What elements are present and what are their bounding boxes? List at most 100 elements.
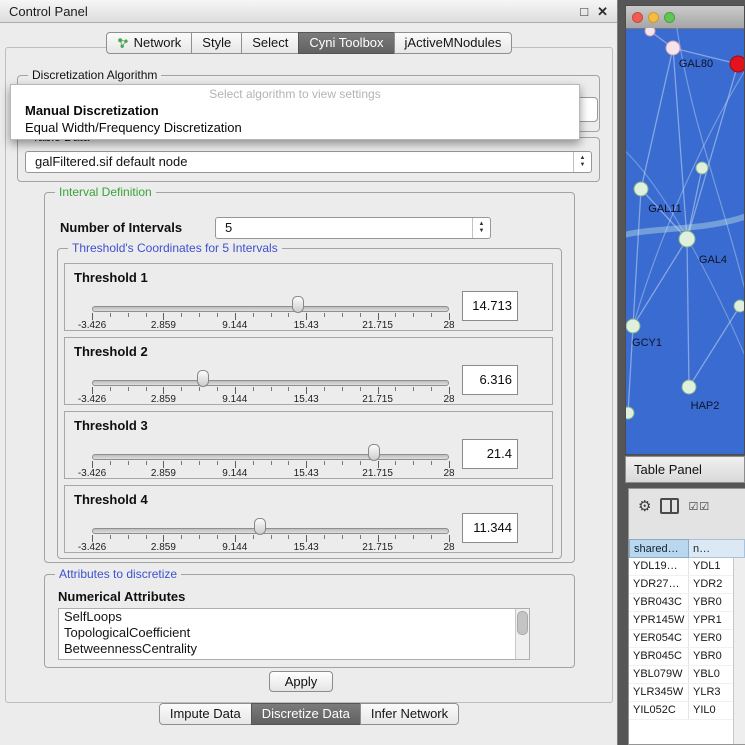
threshold-value-field[interactable]: 6.316 bbox=[462, 365, 518, 395]
tab-discretize-data[interactable]: Discretize Data bbox=[251, 703, 361, 725]
edge[interactable] bbox=[689, 306, 740, 387]
network-node[interactable] bbox=[682, 380, 696, 394]
table-cell[interactable]: YBR043C bbox=[629, 594, 689, 611]
threshold-value-field[interactable]: 11.344 bbox=[462, 513, 518, 543]
close-button[interactable]: ✕ bbox=[597, 5, 608, 18]
control-panel-titlebar[interactable]: Control Panel □ ✕ bbox=[0, 0, 617, 23]
column-header[interactable]: shared… bbox=[629, 539, 689, 558]
algorithm-option[interactable]: Manual Discretization bbox=[11, 102, 579, 119]
edge[interactable] bbox=[687, 239, 689, 387]
stepper[interactable]: ▲▼ bbox=[472, 218, 490, 238]
list-item[interactable]: TopologicalCoefficient bbox=[59, 625, 529, 641]
table-cell[interactable]: YDR2 bbox=[689, 576, 734, 593]
table-cell[interactable]: YBR0 bbox=[689, 594, 734, 611]
edge[interactable] bbox=[633, 239, 687, 326]
gear-icon[interactable]: ⚙ bbox=[638, 499, 651, 514]
network-window-titlebar[interactable] bbox=[626, 6, 744, 29]
apply-button[interactable]: Apply bbox=[269, 671, 333, 692]
scrollbar-thumb[interactable] bbox=[517, 611, 528, 635]
stepper[interactable]: ▲▼ bbox=[573, 152, 591, 172]
slider-thumb[interactable] bbox=[254, 518, 266, 535]
table-row[interactable]: YDL19…YDL1 bbox=[629, 558, 734, 576]
network-node[interactable] bbox=[666, 41, 680, 55]
table-cell[interactable]: YBL0 bbox=[689, 666, 734, 683]
table-row[interactable]: YBL079WYBL0 bbox=[629, 666, 734, 684]
table-row[interactable]: YPR145WYPR1 bbox=[629, 612, 734, 630]
edge[interactable] bbox=[641, 48, 673, 189]
tab-infer-network[interactable]: Infer Network bbox=[360, 703, 459, 725]
stepper-down-icon[interactable]: ▼ bbox=[580, 162, 586, 169]
float-button[interactable]: □ bbox=[580, 5, 588, 18]
list-scrollbar[interactable] bbox=[515, 609, 529, 659]
table-cell[interactable]: YDR27… bbox=[629, 576, 689, 593]
zoom-button[interactable] bbox=[664, 12, 675, 23]
table-row[interactable]: YDR27…YDR2 bbox=[629, 576, 734, 594]
list-item[interactable]: BetweennessCentrality bbox=[59, 641, 529, 657]
slider-thumb[interactable] bbox=[292, 296, 304, 313]
threshold-slider[interactable]: -3.4262.8599.14415.4321.71528 bbox=[92, 412, 449, 480]
table-cell[interactable]: YER0 bbox=[689, 630, 734, 647]
table-row[interactable]: YIL052CYIL0 bbox=[629, 702, 734, 720]
table-cell[interactable]: YDL19… bbox=[629, 558, 689, 575]
table-scrollbar[interactable] bbox=[733, 558, 745, 744]
edge[interactable] bbox=[687, 64, 738, 239]
table-row[interactable]: YBR043CYBR0 bbox=[629, 594, 734, 612]
table-cell[interactable]: YLR345W bbox=[629, 684, 689, 701]
network-node[interactable] bbox=[634, 182, 648, 196]
network-node[interactable] bbox=[645, 28, 655, 36]
slider-thumb[interactable] bbox=[197, 370, 209, 387]
table-row[interactable]: YER054CYER0 bbox=[629, 630, 734, 648]
tab-label: Network bbox=[134, 35, 182, 51]
columns-icon[interactable] bbox=[660, 498, 679, 514]
slider-thumb[interactable] bbox=[368, 444, 380, 461]
threshold-slider[interactable]: -3.4262.8599.14415.4321.71528 bbox=[92, 338, 449, 406]
network-canvas[interactable]: GAL80GAL11GAL4GCY1HAP2 bbox=[626, 28, 744, 454]
network-node[interactable] bbox=[734, 300, 744, 312]
algorithm-option[interactable]: Equal Width/Frequency Discretization bbox=[11, 119, 579, 136]
table-cell[interactable]: YPR1 bbox=[689, 612, 734, 629]
network-node[interactable] bbox=[626, 407, 634, 419]
minimize-button[interactable] bbox=[648, 12, 659, 23]
threshold-slider[interactable]: -3.4262.8599.14415.4321.71528 bbox=[92, 486, 449, 554]
table-cell[interactable]: YLR3 bbox=[689, 684, 734, 701]
column-header[interactable]: n… bbox=[689, 539, 745, 558]
threshold-value-field[interactable]: 21.4 bbox=[462, 439, 518, 469]
network-node[interactable] bbox=[730, 56, 744, 72]
close-button[interactable] bbox=[632, 12, 643, 23]
table-row[interactable]: YBR045CYBR0 bbox=[629, 648, 734, 666]
slider-track[interactable] bbox=[92, 306, 449, 312]
table-cell[interactable]: YBL079W bbox=[629, 666, 689, 683]
stepper-down-icon[interactable]: ▼ bbox=[479, 228, 485, 235]
stepper-up-icon[interactable]: ▲ bbox=[479, 221, 485, 228]
table-data-combo[interactable]: galFiltered.sif default node ▲▼ bbox=[25, 151, 592, 173]
tab-network[interactable]: Network bbox=[106, 32, 193, 54]
table-panel-header[interactable]: Table Panel bbox=[625, 456, 745, 483]
table-cell[interactable]: YPR145W bbox=[629, 612, 689, 629]
table-cell[interactable]: YBR045C bbox=[629, 648, 689, 665]
table-cell[interactable]: YIL0 bbox=[689, 702, 734, 719]
tab-style[interactable]: Style bbox=[191, 32, 242, 54]
slider-tick bbox=[378, 387, 379, 394]
table-cell[interactable]: YBR0 bbox=[689, 648, 734, 665]
network-node[interactable] bbox=[679, 231, 695, 247]
slider-track[interactable] bbox=[92, 528, 449, 534]
num-intervals-spinner[interactable]: 5 ▲▼ bbox=[215, 217, 491, 239]
table-row[interactable]: YLR345WYLR3 bbox=[629, 684, 734, 702]
threshold-slider[interactable]: -3.4262.8599.14415.4321.71528 bbox=[92, 264, 449, 332]
network-node[interactable] bbox=[696, 162, 708, 174]
slider-track[interactable] bbox=[92, 380, 449, 386]
tab-cyni-toolbox[interactable]: Cyni Toolbox bbox=[298, 32, 394, 54]
attributes-list[interactable]: SelfLoopsTopologicalCoefficientBetweenne… bbox=[58, 608, 530, 660]
tab-jactivemnodules[interactable]: jActiveMNodules bbox=[394, 32, 513, 54]
threshold-value-field[interactable]: 14.713 bbox=[462, 291, 518, 321]
table-cell[interactable]: YDL1 bbox=[689, 558, 734, 575]
slider-track[interactable] bbox=[92, 454, 449, 460]
tab-impute-data[interactable]: Impute Data bbox=[159, 703, 252, 725]
network-node[interactable] bbox=[626, 319, 640, 333]
select-columns-icon[interactable]: ☑☑ bbox=[688, 500, 710, 513]
stepper-up-icon[interactable]: ▲ bbox=[580, 155, 586, 162]
list-item[interactable]: SelfLoops bbox=[59, 609, 529, 625]
table-cell[interactable]: YIL052C bbox=[629, 702, 689, 719]
table-cell[interactable]: YER054C bbox=[629, 630, 689, 647]
tab-select[interactable]: Select bbox=[241, 32, 299, 54]
